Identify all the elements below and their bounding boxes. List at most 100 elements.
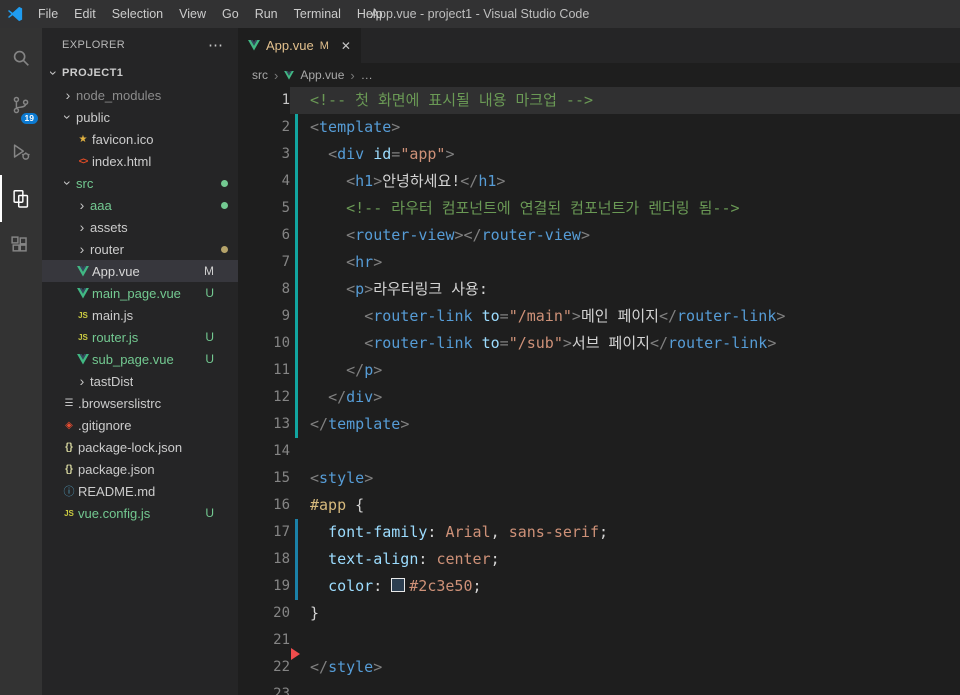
code-editor[interactable]: 1<!-- 첫 화면에 표시될 내용 마크업 -->2<template>3 <…: [238, 87, 960, 695]
breadcrumb-symbol[interactable]: …: [361, 68, 373, 82]
gutter: [290, 168, 304, 195]
code-line-14[interactable]: 14: [238, 438, 960, 465]
code-text: #app {: [304, 492, 960, 519]
file-label: .gitignore: [78, 418, 131, 433]
code-text: }: [304, 600, 960, 627]
tree-item-aaa[interactable]: ›aaa: [42, 194, 238, 216]
code-line-2[interactable]: 2<template>: [238, 114, 960, 141]
tree-item-app-vue[interactable]: App.vueM: [42, 260, 238, 282]
menu-run[interactable]: Run: [247, 7, 286, 21]
code-line-19[interactable]: 19 color: #2c3e50;: [238, 573, 960, 600]
git-added-gutter-icon: [295, 141, 298, 168]
title-bar: FileEditSelectionViewGoRunTerminalHelp A…: [0, 0, 960, 28]
code-line-11[interactable]: 11 </p>: [238, 357, 960, 384]
tree-item-main-page-vue[interactable]: main_page.vueU: [42, 282, 238, 304]
code-line-8[interactable]: 8 <p>라우터링크 사용:: [238, 276, 960, 303]
code-text: <router-link to="/main">메인 페이지</router-l…: [304, 303, 960, 330]
gutter: [290, 303, 304, 330]
tree-item--browserslistrc[interactable]: ☰.browserslistrc: [42, 392, 238, 414]
code-line-16[interactable]: 16 #app {: [238, 492, 960, 519]
chevron-down-icon: ›: [47, 65, 61, 81]
tab-app-vue[interactable]: App.vue M ✕: [238, 28, 361, 63]
run-debug-icon[interactable]: [0, 128, 42, 175]
menu-go[interactable]: Go: [214, 7, 247, 21]
sidebar-header: EXPLORER ⋯: [42, 28, 238, 62]
code-text: </style>: [304, 654, 960, 681]
gutter: [290, 195, 304, 222]
code-line-9[interactable]: 9 <router-link to="/main">메인 페이지</router…: [238, 303, 960, 330]
code-text: <router-link to="/sub">서브 페이지</router-li…: [304, 330, 960, 357]
code-text: </template>: [304, 411, 960, 438]
menu-help[interactable]: Help: [349, 7, 391, 21]
tree-item-readme-md[interactable]: ⓘREADME.md: [42, 480, 238, 502]
code-text: [304, 681, 960, 695]
tree-item-router[interactable]: ›router: [42, 238, 238, 260]
code-line-7[interactable]: 7 <hr>: [238, 249, 960, 276]
code-line-21[interactable]: 21: [238, 627, 960, 654]
extensions-icon[interactable]: [0, 222, 42, 269]
list-file-icon: ☰: [60, 398, 78, 409]
breadcrumb-file[interactable]: App.vue: [300, 68, 344, 82]
tree-item-router-js[interactable]: JSrouter.jsU: [42, 326, 238, 348]
tree-item-package-json[interactable]: {}package.json: [42, 458, 238, 480]
code-text: <hr>: [304, 249, 960, 276]
code-line-18[interactable]: 18 text-align: center;: [238, 546, 960, 573]
line-number: 6: [238, 222, 290, 249]
code-line-1[interactable]: 1<!-- 첫 화면에 표시될 내용 마크업 -->: [238, 87, 960, 114]
gutter: [290, 654, 304, 681]
color-swatch[interactable]: [391, 578, 405, 592]
close-tab-icon[interactable]: ✕: [341, 39, 351, 53]
code-line-23[interactable]: 23: [238, 681, 960, 695]
menu-terminal[interactable]: Terminal: [286, 7, 349, 21]
vue-file-icon: [74, 288, 92, 299]
tree-item-main-js[interactable]: JSmain.js: [42, 304, 238, 326]
tree-item-assets[interactable]: ›assets: [42, 216, 238, 238]
git-added-gutter-icon: [295, 411, 298, 438]
menu-file[interactable]: File: [30, 7, 66, 21]
tab-git-badge: M: [320, 40, 329, 52]
tree-item-vue-config-js[interactable]: JSvue.config.jsU: [42, 502, 238, 524]
code-line-13[interactable]: 13</template>: [238, 411, 960, 438]
breadcrumb-src[interactable]: src: [252, 68, 268, 82]
code-line-12[interactable]: 12 </div>: [238, 384, 960, 411]
scm-count-badge: 19: [21, 113, 38, 125]
more-actions-icon[interactable]: ⋯: [208, 36, 224, 54]
menu-selection[interactable]: Selection: [104, 7, 171, 21]
code-text: </p>: [304, 357, 960, 384]
code-line-6[interactable]: 6 <router-view></router-view>: [238, 222, 960, 249]
gutter: [290, 411, 304, 438]
code-line-20[interactable]: 20}: [238, 600, 960, 627]
chevron-right-icon: ›: [350, 68, 354, 83]
tree-item-favicon-ico[interactable]: ★favicon.ico: [42, 128, 238, 150]
code-line-5[interactable]: 5 <!-- 라우터 컴포넌트에 연결된 컴포넌트가 렌더링 됨-->: [238, 195, 960, 222]
vue-file-icon: [248, 40, 260, 51]
code-line-3[interactable]: 3 <div id="app">: [238, 141, 960, 168]
code-line-17[interactable]: 17 font-family: Arial, sans-serif;: [238, 519, 960, 546]
tab-bar: App.vue M ✕: [238, 28, 960, 63]
code-line-4[interactable]: 4 <h1>안녕하세요!</h1>: [238, 168, 960, 195]
source-control-icon[interactable]: 19: [0, 81, 42, 128]
tree-item-public[interactable]: ›public: [42, 106, 238, 128]
tree-item-sub-page-vue[interactable]: sub_page.vueU: [42, 348, 238, 370]
menu-view[interactable]: View: [171, 7, 214, 21]
line-number: 20: [238, 600, 290, 627]
git-deleted-gutter-icon: [291, 648, 306, 660]
tree-item-package-lock-json[interactable]: {}package-lock.json: [42, 436, 238, 458]
line-number: 17: [238, 519, 290, 546]
explorer-icon[interactable]: [0, 175, 42, 222]
tree-item-index-html[interactable]: <>index.html: [42, 150, 238, 172]
line-number: 16: [238, 492, 290, 519]
tree-item-tastdist[interactable]: ›tastDist: [42, 370, 238, 392]
tree-item-project1[interactable]: ›PROJECT1: [42, 62, 238, 84]
tree-item-node-modules[interactable]: ›node_modules: [42, 84, 238, 106]
code-line-15[interactable]: 15<style>: [238, 465, 960, 492]
tree-item--gitignore[interactable]: ◈.gitignore: [42, 414, 238, 436]
search-icon[interactable]: [0, 34, 42, 81]
tree-item-src[interactable]: ›src: [42, 172, 238, 194]
breadcrumbs: src › App.vue › …: [238, 63, 960, 87]
code-line-22[interactable]: 22</style>: [238, 654, 960, 681]
git-dot-badge: [221, 202, 228, 209]
menu-edit[interactable]: Edit: [66, 7, 104, 21]
code-line-10[interactable]: 10 <router-link to="/sub">서브 페이지</router…: [238, 330, 960, 357]
git-added-gutter-icon: [295, 357, 298, 384]
